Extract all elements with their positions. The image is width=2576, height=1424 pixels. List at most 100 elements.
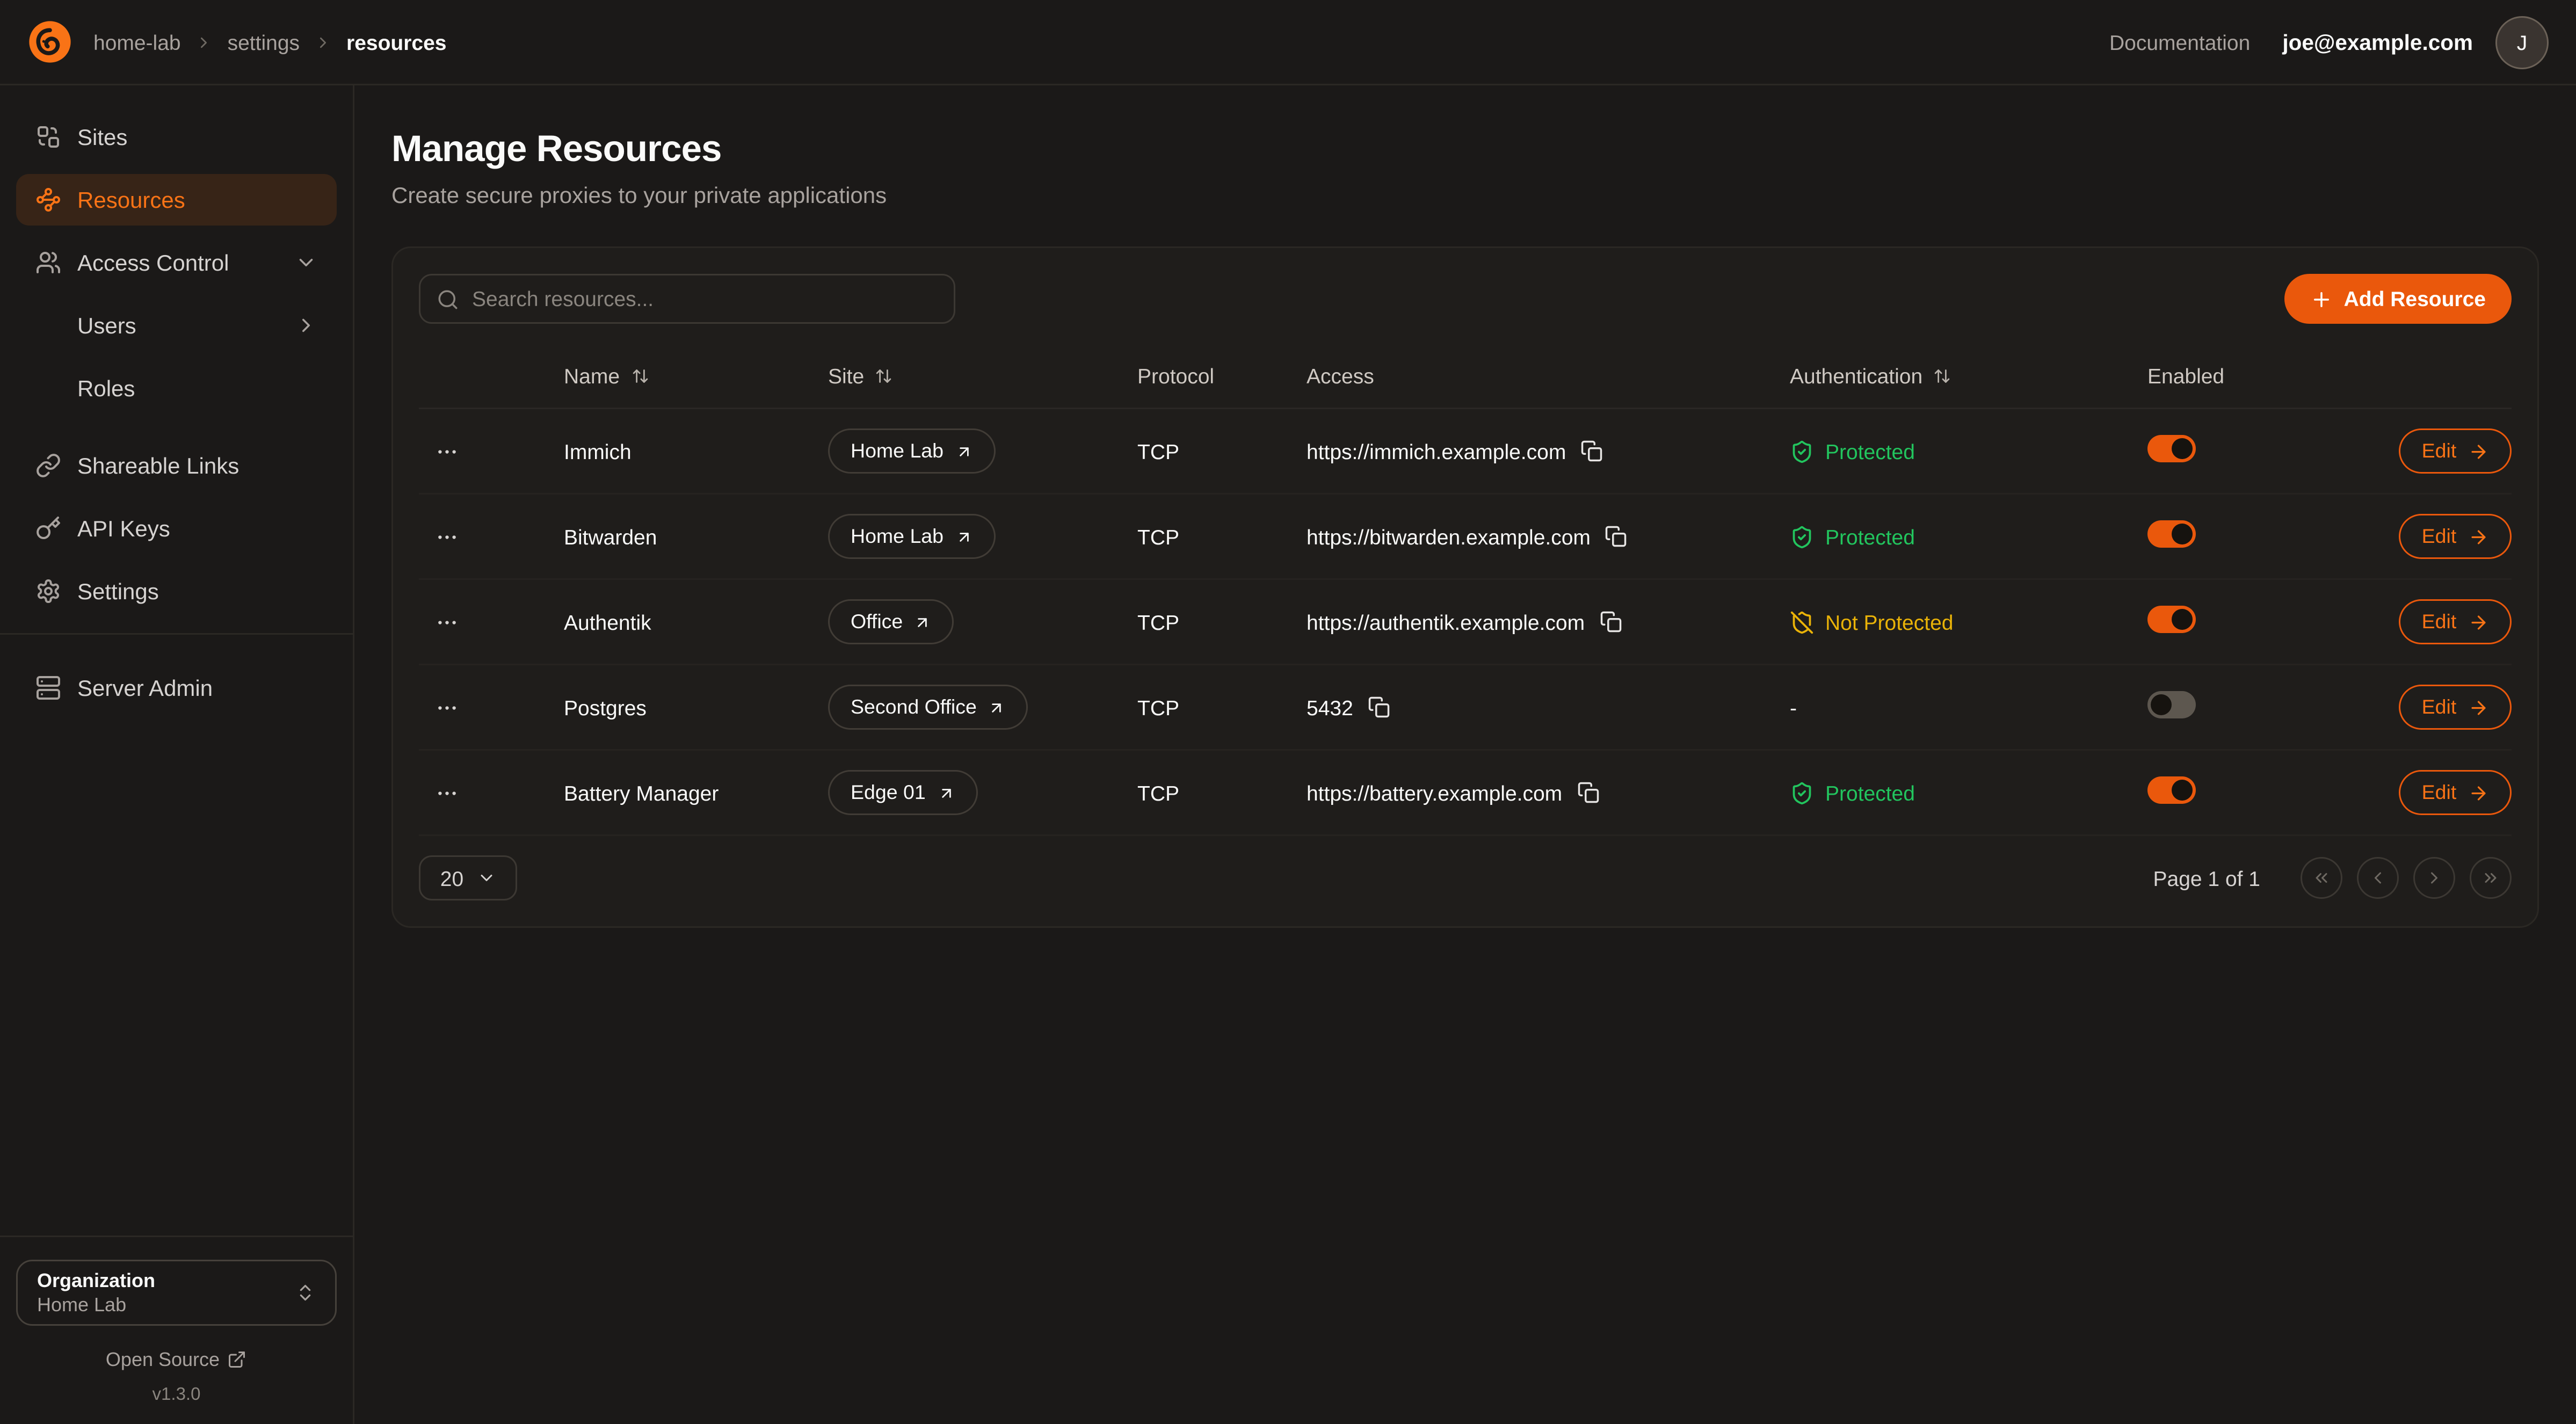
copy-icon [1605, 525, 1628, 548]
resource-name: Authentik [564, 610, 828, 634]
org-picker-value: Home Lab [37, 1294, 155, 1316]
chevrons-right-icon [2481, 868, 2500, 888]
sidebar-item-label: Roles [77, 375, 135, 401]
row-menu-button[interactable] [429, 604, 466, 641]
row-menu-button[interactable] [429, 433, 466, 470]
documentation-link[interactable]: Documentation [2109, 30, 2250, 54]
edit-button[interactable]: Edit [2399, 770, 2512, 815]
resource-protocol: TCP [1137, 439, 1307, 463]
pangolin-logo-icon[interactable] [27, 19, 72, 64]
site-link[interactable]: Home Lab [828, 428, 995, 474]
toggle-knob [2151, 694, 2172, 715]
link-icon [35, 453, 61, 478]
row-menu-button[interactable] [429, 774, 466, 811]
auth-status: - [1790, 695, 2128, 720]
sidebar-item-label: Shareable Links [77, 453, 239, 478]
first-page-button[interactable] [2301, 857, 2342, 899]
copy-button[interactable] [1577, 781, 1599, 804]
edit-button[interactable]: Edit [2399, 685, 2512, 730]
enabled-toggle[interactable] [2147, 606, 2196, 633]
edit-button[interactable]: Edit [2399, 599, 2512, 644]
edit-button[interactable]: Edit [2399, 514, 2512, 559]
edit-button[interactable]: Edit [2399, 428, 2512, 474]
plus-icon [2310, 288, 2333, 310]
sidebar-item-label: Users [77, 313, 136, 338]
enabled-toggle[interactable] [2147, 435, 2196, 462]
key-icon [35, 515, 61, 541]
arrow-right-icon [2468, 782, 2488, 803]
auth-status: Not Protected [1790, 610, 2128, 634]
column-header-authentication[interactable]: Authentication [1790, 364, 2128, 388]
resource-protocol: TCP [1137, 781, 1307, 805]
site-link[interactable]: Edge 01 [828, 770, 977, 815]
copy-icon [1580, 440, 1603, 462]
sidebar-item-roles[interactable]: Roles [16, 362, 337, 414]
page-title: Manage Resources [391, 127, 2539, 171]
server-icon [35, 675, 61, 701]
column-header-name[interactable]: Name [564, 364, 828, 388]
sort-icon[interactable] [1934, 367, 1951, 384]
page-size-select[interactable]: 20 [419, 855, 517, 900]
sidebar-item-sites[interactable]: Sites [16, 111, 337, 163]
version-label: v1.3.0 [16, 1385, 337, 1405]
sidebar-item-access-control[interactable]: Access Control [16, 237, 337, 288]
enabled-toggle[interactable] [2147, 520, 2196, 548]
enabled-toggle[interactable] [2147, 691, 2196, 718]
sidebar-item-settings[interactable]: Settings [16, 565, 337, 617]
app-root: home-lab settings resources Documentatio… [0, 0, 2576, 1424]
copy-button[interactable] [1599, 611, 1622, 633]
previous-page-button[interactable] [2357, 857, 2399, 899]
resource-name: Battery Manager [564, 781, 828, 805]
sidebar-item-api-keys[interactable]: API Keys [16, 503, 337, 554]
avatar[interactable]: J [2495, 16, 2549, 69]
sidebar-item-label: Access Control [77, 250, 229, 275]
search-input[interactable] [472, 287, 938, 311]
copy-button[interactable] [1605, 525, 1628, 548]
breadcrumb-settings[interactable]: settings [228, 30, 300, 54]
external-link-icon [228, 1350, 247, 1369]
sort-icon[interactable] [875, 367, 893, 384]
sidebar-item-server-admin[interactable]: Server Admin [16, 662, 337, 714]
last-page-button[interactable] [2470, 857, 2512, 899]
page-subtitle: Create secure proxies to your private ap… [391, 182, 2539, 208]
table-toolbar: Add Resource [419, 274, 2512, 324]
site-link[interactable]: Home Lab [828, 514, 995, 559]
sidebar-item-users[interactable]: Users [16, 300, 337, 351]
sidebar-item-resources[interactable]: Resources [16, 174, 337, 226]
row-menu-button[interactable] [429, 689, 466, 726]
auth-status: Protected [1790, 439, 2128, 463]
gear-icon [35, 578, 61, 604]
sidebar-item-shareable-links[interactable]: Shareable Links [16, 440, 337, 491]
search-icon [437, 288, 459, 310]
user-email[interactable]: joe@example.com [2282, 30, 2473, 54]
copy-button[interactable] [1580, 440, 1603, 462]
sidebar-item-label: Sites [77, 124, 127, 150]
breadcrumb-current[interactable]: resources [346, 30, 446, 54]
table-body: Immich Home Lab TCP https://immich.examp… [419, 409, 2512, 836]
arrow-right-icon [2468, 526, 2488, 547]
main-content: Manage Resources Create secure proxies t… [354, 85, 2576, 1424]
pagination-label: Page 1 of 1 [2153, 866, 2261, 890]
waypoints-icon [35, 187, 61, 213]
auth-status: Protected [1790, 525, 2128, 549]
auth-status: Protected [1790, 781, 2128, 805]
resource-name: Bitwarden [564, 525, 828, 549]
add-resource-button[interactable]: Add Resource [2284, 274, 2512, 324]
next-page-button[interactable] [2413, 857, 2455, 899]
resource-protocol: TCP [1137, 695, 1307, 720]
enabled-toggle[interactable] [2147, 776, 2196, 804]
org-picker[interactable]: Organization Home Lab [16, 1260, 337, 1326]
resource-access: https://authentik.example.com [1307, 610, 1585, 634]
open-source-label: Open Source [106, 1348, 220, 1371]
copy-button[interactable] [1368, 696, 1390, 718]
breadcrumb-org[interactable]: home-lab [93, 30, 181, 54]
column-header-site[interactable]: Site [828, 364, 1137, 388]
open-source-link[interactable]: Open Source [16, 1348, 337, 1371]
site-link[interactable]: Office [828, 599, 954, 644]
table-row: Authentik Office TCP https://authentik.e… [419, 580, 2512, 665]
sort-icon[interactable] [631, 367, 649, 384]
row-menu-button[interactable] [429, 518, 466, 555]
ellipsis-icon [435, 695, 459, 720]
site-link[interactable]: Second Office [828, 685, 1028, 730]
copy-icon [1577, 781, 1599, 804]
